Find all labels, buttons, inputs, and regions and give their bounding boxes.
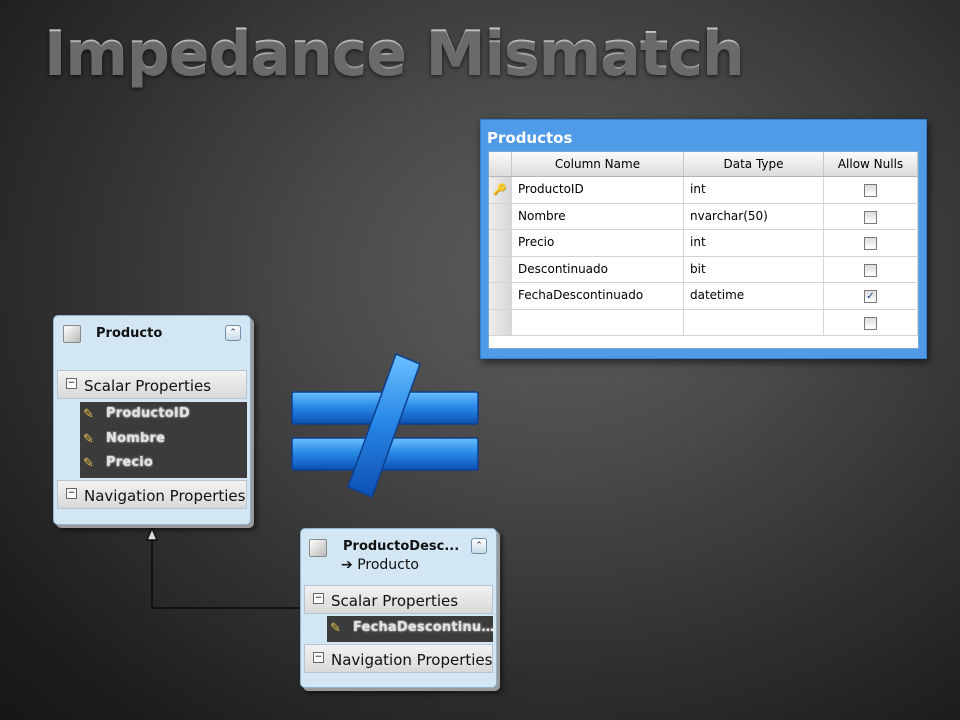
- scalar-properties-section[interactable]: − Scalar Properties: [304, 585, 493, 614]
- property-name: Precio: [106, 455, 154, 470]
- entity-producto[interactable]: Producto ⌃ − Scalar Properties ✎ Producto…: [53, 315, 251, 525]
- section-label: Navigation Properties: [84, 487, 246, 505]
- arrow-right-icon: ➔: [341, 557, 353, 573]
- property-icon: ✎: [83, 431, 94, 447]
- scalar-property-item[interactable]: ✎ ProductoID: [80, 402, 247, 427]
- property-name: ProductoID: [106, 406, 190, 421]
- scalar-property-item[interactable]: ✎ Nombre: [80, 427, 247, 452]
- property-name: FechaDescontinuado...: [353, 620, 496, 635]
- scalar-property-list: ✎ FechaDescontinuado...: [327, 616, 496, 642]
- scalar-properties-section[interactable]: − Scalar Properties: [57, 370, 247, 399]
- scalar-property-item[interactable]: ✎ FechaDescontinuado...: [327, 616, 496, 641]
- collapse-minus-icon[interactable]: −: [66, 488, 77, 499]
- property-icon: ✎: [83, 407, 94, 422]
- section-label: Scalar Properties: [331, 592, 459, 610]
- scalar-property-item[interactable]: ✎ Precio: [80, 451, 247, 476]
- collapse-minus-icon[interactable]: −: [313, 593, 324, 604]
- entity-name: Producto: [96, 326, 163, 341]
- property-name: Nombre: [106, 430, 166, 446]
- scalar-property-list: ✎ ProductoID ✎ Nombre ✎ Precio: [80, 402, 247, 478]
- entity-name: ProductoDesc...: [343, 539, 460, 554]
- property-icon: ✎: [83, 456, 94, 471]
- navigation-properties-section[interactable]: − Navigation Properties: [304, 644, 493, 673]
- base-type-name: Producto: [357, 557, 419, 573]
- collapse-minus-icon[interactable]: −: [313, 652, 324, 663]
- collapse-minus-icon[interactable]: −: [66, 378, 77, 389]
- entity-producto-descontinuado[interactable]: ProductoDesc... ⌃ ➔ Producto − Scalar Pr…: [300, 528, 497, 688]
- base-type-label: ➔ Producto: [341, 557, 419, 573]
- collapse-entity-button[interactable]: ⌃: [471, 538, 487, 554]
- inheritance-arrowhead: [145, 526, 159, 541]
- navigation-properties-section[interactable]: − Navigation Properties: [57, 480, 247, 509]
- property-icon: ✎: [330, 621, 341, 636]
- entity-icon: [309, 539, 327, 557]
- section-label: Navigation Properties: [331, 651, 493, 669]
- section-label: Scalar Properties: [84, 377, 212, 395]
- not-equal-icon: [291, 353, 479, 498]
- collapse-entity-button[interactable]: ⌃: [225, 325, 241, 341]
- entity-icon: [63, 325, 81, 343]
